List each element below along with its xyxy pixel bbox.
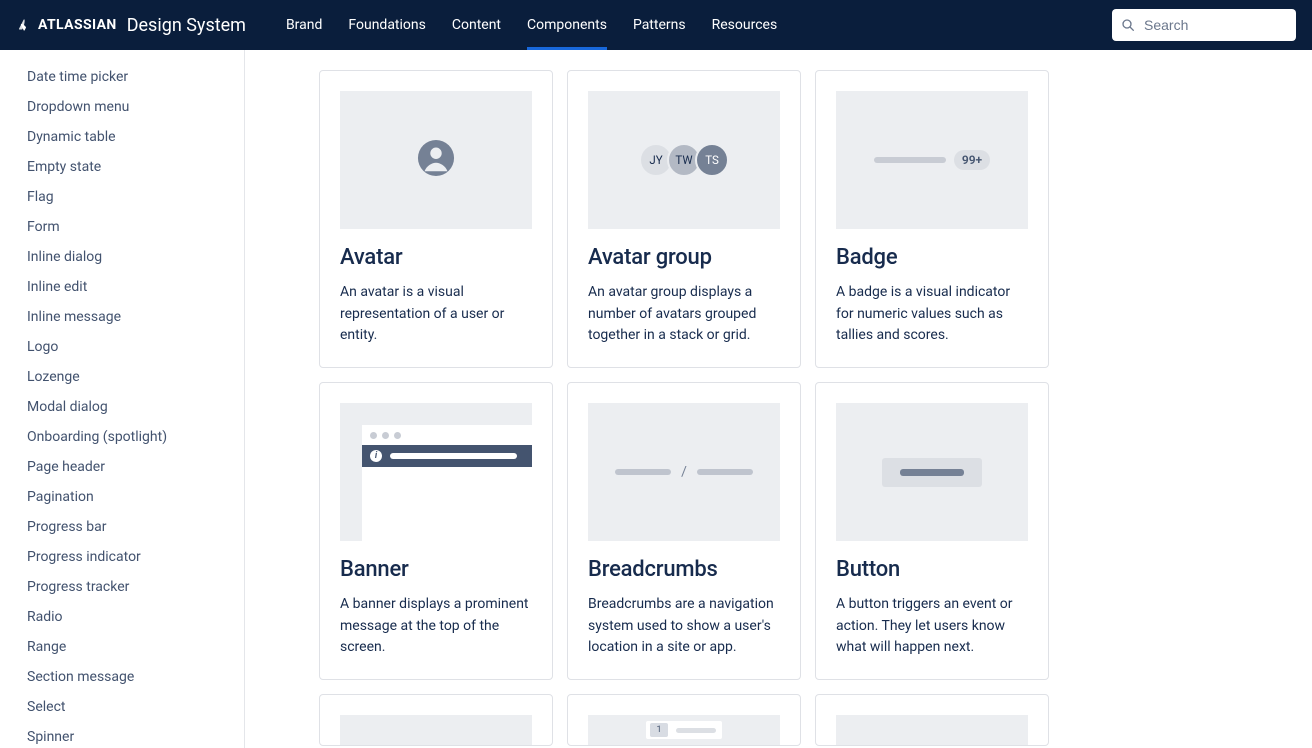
card-title: Button [836,557,1028,582]
component-cards-grid: Avatar An avatar is a visual representati… [319,70,1312,746]
sidebar-item-progress-indicator[interactable]: Progress indicator [0,542,244,572]
sidebar-item-range[interactable]: Range [0,632,244,662]
button-preview [836,403,1028,541]
card-description: An avatar is a visual representation of … [340,282,532,347]
sidebar-item-empty-state[interactable]: Empty state [0,152,244,182]
card-description: A button triggers an event or action. Th… [836,594,1028,659]
card-p1[interactable] [319,694,553,746]
button-icon [882,458,982,487]
card-button[interactable]: Button A button triggers an event or acti… [815,382,1049,680]
brand-text-secondary: Design System [127,15,246,36]
sidebar-item-inline-edit[interactable]: Inline edit [0,272,244,302]
card-banner[interactable]: i Banner A banner displays a prominent me… [319,382,553,680]
sidebar-item-form[interactable]: Form [0,212,244,242]
nav-item-patterns[interactable]: Patterns [633,0,686,50]
banner-icon: i [362,425,532,541]
calendar-preview: 1 [588,715,780,745]
search-input[interactable] [1112,9,1296,41]
badge-count: 99+ [954,150,990,170]
card-description: An avatar group displays a number of ava… [588,282,780,347]
breadcrumbs-preview: / [588,403,780,541]
card-title: Badge [836,245,1028,270]
sidebar-item-modal-dialog[interactable]: Modal dialog [0,392,244,422]
card-breadcrumbs[interactable]: / Breadcrumbs Breadcrumbs are a navigation… [567,382,801,680]
sidebar-item-logo[interactable]: Logo [0,332,244,362]
nav-item-brand[interactable]: Brand [286,0,322,50]
brand-text-primary: ATLASSIAN [38,17,117,33]
card-description: A banner displays a prominent message at… [340,594,532,659]
search-icon [1120,17,1136,33]
sidebar-item-section-message[interactable]: Section message [0,662,244,692]
sidebar-item-inline-dialog[interactable]: Inline dialog [0,242,244,272]
atlassian-icon [16,17,32,33]
sidebar-item-inline-message[interactable]: Inline message [0,302,244,332]
sidebar-item-dynamic-table[interactable]: Dynamic table [0,122,244,152]
card-avatar-group[interactable]: JYTWTS Avatar group An avatar group displa… [567,70,801,368]
sidebar-item-dropdown-menu[interactable]: Dropdown menu [0,92,244,122]
card-title: Avatar [340,245,532,270]
sidebar: Date time pickerDropdown menuDynamic tab… [0,50,245,748]
card-title: Avatar group [588,245,780,270]
calendar-icon: 1 [646,721,722,739]
main-nav: Brand Foundations Content Components Pattern… [286,0,777,50]
badge-icon: 99+ [874,150,990,170]
sidebar-item-radio[interactable]: Radio [0,602,244,632]
nav-item-foundations[interactable]: Foundations [348,0,425,50]
top-nav: ATLASSIAN Design System Brand Foundations… [0,0,1312,50]
card-description: Breadcrumbs are a navigation system used… [588,594,780,659]
p1-preview [340,715,532,745]
avatar-icon [417,139,455,181]
sidebar-item-flag[interactable]: Flag [0,182,244,212]
avatar-initials: TS [695,143,729,177]
card-p3[interactable] [815,694,1049,746]
card-badge[interactable]: 99+ Badge A badge is a visual indicator fo… [815,70,1049,368]
sidebar-item-date-time-picker[interactable]: Date time picker [0,62,244,92]
sidebar-item-lozenge[interactable]: Lozenge [0,362,244,392]
card-description: A badge is a visual indicator for numeri… [836,282,1028,347]
card-title: Breadcrumbs [588,557,780,582]
avatar-preview [340,91,532,229]
banner-preview: i [340,403,532,541]
sidebar-item-pagination[interactable]: Pagination [0,482,244,512]
nav-item-resources[interactable]: Resources [712,0,778,50]
search-wrap [1112,9,1296,41]
badge-preview: 99+ [836,91,1028,229]
sidebar-item-page-header[interactable]: Page header [0,452,244,482]
card-avatar[interactable]: Avatar An avatar is a visual representati… [319,70,553,368]
sidebar-item-spinner[interactable]: Spinner [0,722,244,748]
breadcrumbs-icon: / [615,464,753,480]
sidebar-item-progress-tracker[interactable]: Progress tracker [0,572,244,602]
avatar-group-preview: JYTWTS [588,91,780,229]
nav-item-content[interactable]: Content [452,0,501,50]
sidebar-item-select[interactable]: Select [0,692,244,722]
brand-logo[interactable]: ATLASSIAN Design System [16,15,246,36]
sidebar-item-progress-bar[interactable]: Progress bar [0,512,244,542]
sidebar-item-onboarding-spotlight-[interactable]: Onboarding (spotlight) [0,422,244,452]
avatar-group-icon: JYTWTS [639,143,729,177]
card-calendar[interactable]: 1 [567,694,801,746]
card-title: Banner [340,557,532,582]
p3-preview [836,715,1028,745]
main-content: Avatar An avatar is a visual representati… [245,50,1312,748]
nav-item-components[interactable]: Components [527,0,607,50]
